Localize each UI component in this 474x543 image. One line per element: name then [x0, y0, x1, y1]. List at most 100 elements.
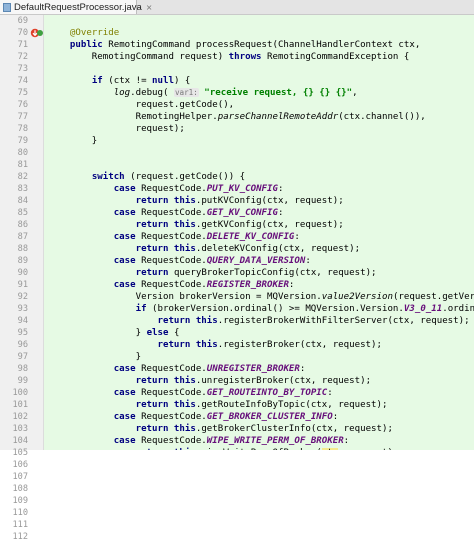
code-token: return — [135, 268, 169, 278]
code-token: : — [332, 412, 339, 422]
code-token: else — [146, 328, 169, 338]
line-number: 107 — [12, 472, 28, 482]
code-editor[interactable]: @Override public RemotingCommand process… — [44, 15, 474, 450]
code-line: return this.putKVConfig(ctx, request); — [48, 195, 344, 207]
code-line: if (ctx != null) { — [48, 75, 191, 87]
code-token: return this — [135, 244, 196, 254]
line-number: 101 — [12, 400, 28, 410]
file-tab[interactable]: DefaultRequestProcessor.java × — [0, 0, 153, 14]
code-line: return this.getBrokerClusterInfo(ctx, re… — [48, 423, 393, 435]
code-token: RequestCode. — [135, 232, 207, 242]
code-token: : — [288, 280, 295, 290]
line-number: 82 — [17, 172, 28, 182]
code-token: .registerBrokerWithFilterServer(ctx, req… — [217, 316, 470, 326]
java-file-icon — [3, 2, 11, 12]
code-line: return this.registerBrokerWithFilterServ… — [48, 315, 470, 327]
code-token: , — [352, 88, 358, 98]
code-token: { — [168, 328, 180, 338]
line-number: 72 — [17, 52, 28, 62]
code-token: : — [277, 208, 284, 218]
code-line: RemotingCommand request) throws Remoting… — [48, 51, 410, 63]
code-line: case RequestCode.DELETE_KV_CONFIG: — [48, 231, 300, 243]
code-token: Version brokerVersion = MQVersion. — [48, 292, 322, 302]
code-token: } — [48, 136, 98, 146]
code-line: return this.deleteKVConfig(ctx, request)… — [48, 243, 360, 255]
code-token: parseChannelRemoteAddr — [217, 112, 339, 122]
close-tab-icon[interactable]: × — [146, 3, 153, 12]
line-number: 93 — [17, 304, 28, 314]
code-line: switch (request.getCode()) { — [48, 171, 245, 183]
code-token: GET_ROUTEINTO_BY_TOPIC — [206, 388, 328, 398]
line-number: 90 — [17, 268, 28, 278]
code-token: : — [343, 436, 350, 446]
code-token: return this — [135, 196, 196, 206]
code-token: : — [299, 364, 306, 374]
code-token: public — [69, 40, 103, 50]
code-token: REGISTER_BROKER — [206, 280, 289, 290]
code-line: return this.getKVConfig(ctx, request); — [48, 219, 344, 231]
code-token: if — [135, 304, 147, 314]
code-line: RemotingHelper.parseChannelRemoteAddr(ct… — [48, 111, 426, 123]
code-token: RemotingCommand processRequest(ChannelHa… — [102, 40, 421, 50]
code-token: case — [113, 256, 136, 266]
code-token: : — [305, 256, 311, 266]
code-line: } — [48, 135, 97, 147]
code-line: return queryBrokerTopicConfig(ctx, reque… — [48, 267, 377, 279]
code-token: return this — [135, 400, 196, 410]
editor-tab-bar: DefaultRequestProcessor.java × — [0, 0, 474, 15]
line-number: 103 — [12, 424, 28, 434]
code-line: case RequestCode.REGISTER_BROKER: — [48, 279, 295, 291]
line-number: 74 — [17, 76, 28, 86]
line-number: 106 — [12, 460, 28, 470]
code-token: @Override — [69, 28, 120, 38]
code-token: RequestCode. — [135, 388, 207, 398]
line-number: 81 — [17, 160, 28, 170]
line-number: 79 — [17, 136, 28, 146]
line-number: 91 — [17, 280, 28, 290]
code-token: (request.getVersion()); — [392, 292, 474, 302]
code-token: case — [113, 436, 136, 446]
code-token: queryBrokerTopicConfig(ctx, request); — [168, 268, 377, 278]
code-token: RequestCode. — [135, 364, 207, 374]
code-token: .ordinal()) { — [442, 304, 474, 314]
line-number: 96 — [17, 340, 28, 350]
code-line: if (brokerVersion.ordinal() >= MQVersion… — [48, 303, 474, 315]
code-token: RemotingCommandException { — [261, 52, 410, 62]
line-number: 112 — [12, 532, 28, 542]
line-number: 108 — [12, 484, 28, 494]
code-token: return this — [135, 220, 196, 230]
line-number: 95 — [17, 328, 28, 338]
bookmark-icon[interactable] — [36, 29, 44, 37]
code-token: .getKVConfig(ctx, request); — [195, 220, 344, 230]
code-token: (ctx.channel()), — [338, 112, 426, 122]
code-token: PUT_KV_CONFIG — [206, 184, 278, 194]
file-tab-label: DefaultRequestProcessor.java — [14, 1, 142, 13]
code-token: switch — [91, 172, 125, 182]
code-token: RequestCode. — [135, 256, 207, 266]
code-token: RequestCode. — [135, 436, 207, 446]
code-token: case — [113, 280, 136, 290]
code-line: case RequestCode.GET_BROKER_CLUSTER_INFO… — [48, 411, 339, 423]
code-token: GET_KV_CONFIG — [206, 208, 278, 218]
line-number: 87 — [17, 232, 28, 242]
line-number: 86 — [17, 220, 28, 230]
line-number: 76 — [17, 100, 28, 110]
code-token: (ctx != — [102, 76, 153, 86]
code-token: .debug( — [130, 88, 174, 98]
code-token: return this — [135, 424, 196, 434]
line-number: 99 — [17, 376, 28, 386]
code-token: : — [327, 388, 333, 398]
line-number: 92 — [17, 292, 28, 302]
code-token: case — [113, 184, 136, 194]
code-token: .registerBroker(ctx, request); — [217, 340, 382, 350]
